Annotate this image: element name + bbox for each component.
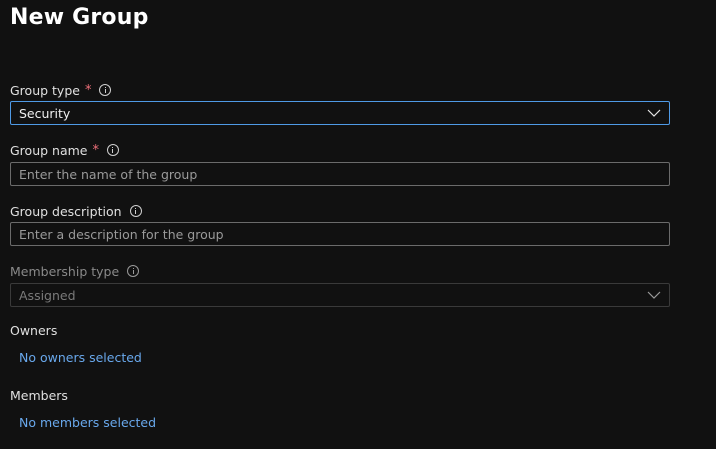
membership-type-label-row: Membership type — [10, 263, 140, 279]
info-icon[interactable] — [129, 205, 142, 217]
group-name-input[interactable]: Enter the name of the group — [10, 162, 670, 186]
owners-label: Owners — [10, 323, 58, 338]
group-description-label-row: Group description — [10, 203, 142, 219]
group-description-placeholder: Enter a description for the group — [19, 226, 224, 242]
group-description-input[interactable]: Enter a description for the group — [10, 222, 670, 246]
members-link[interactable]: No members selected — [19, 415, 156, 430]
owners-link[interactable]: No owners selected — [19, 350, 142, 365]
group-name-label-row: Group name * — [10, 142, 119, 158]
group-name-placeholder: Enter the name of the group — [19, 166, 198, 182]
group-type-value: Security — [19, 105, 71, 121]
new-group-form: New Group Group type * Security Group na… — [0, 0, 716, 449]
group-type-label: Group type — [10, 82, 80, 98]
info-icon[interactable] — [99, 84, 112, 96]
group-name-label: Group name — [10, 142, 88, 158]
group-type-select[interactable]: Security — [10, 101, 670, 125]
chevron-down-icon — [647, 291, 661, 299]
required-marker: * — [84, 82, 92, 98]
chevron-down-icon — [647, 109, 661, 117]
membership-type-select: Assigned — [10, 283, 670, 307]
info-icon[interactable] — [127, 265, 140, 277]
page-title: New Group — [10, 5, 149, 30]
membership-type-value: Assigned — [19, 287, 76, 303]
membership-type-label: Membership type — [10, 263, 120, 279]
members-label: Members — [10, 388, 68, 403]
group-type-label-row: Group type * — [10, 82, 112, 98]
group-description-label: Group description — [10, 203, 122, 219]
info-icon[interactable] — [106, 144, 119, 156]
required-marker: * — [92, 142, 99, 158]
